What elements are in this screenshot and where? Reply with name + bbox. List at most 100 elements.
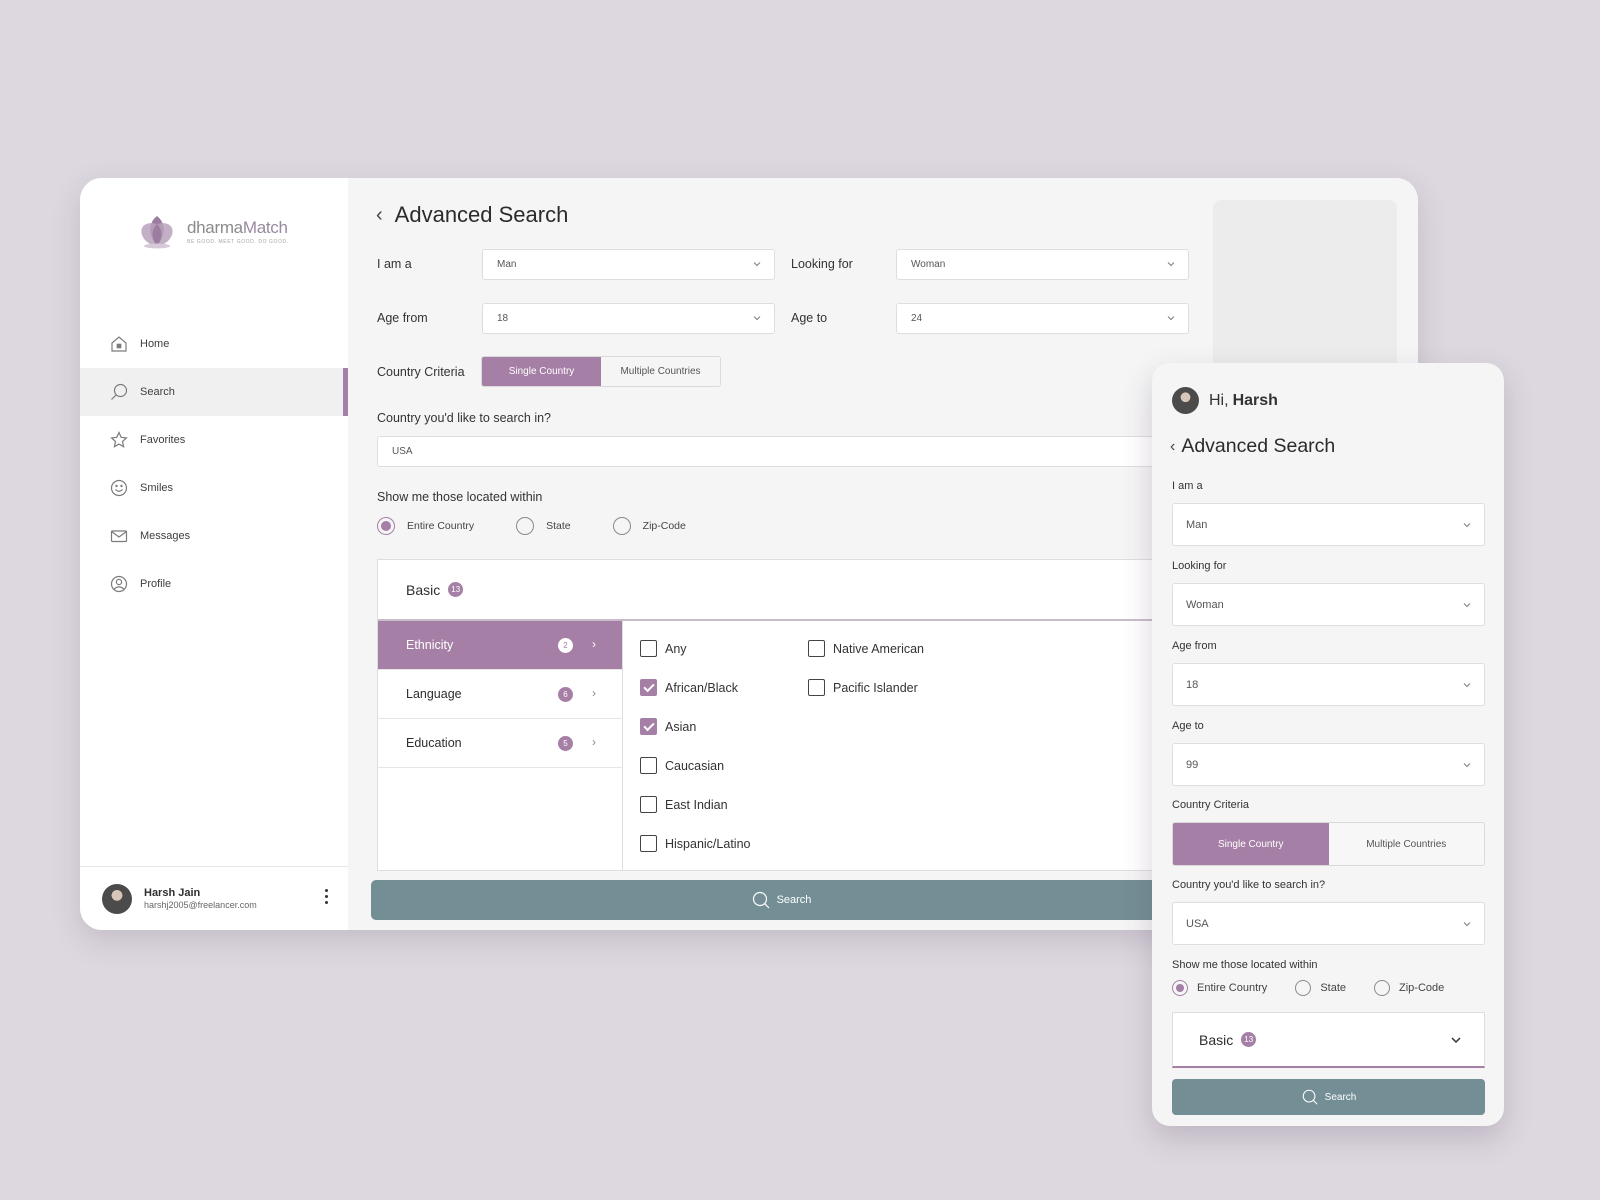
age-to-label: Age to	[1172, 720, 1204, 732]
single-country-tab[interactable]: Single Country	[1173, 823, 1329, 865]
category-count-badge: 6	[558, 687, 573, 702]
state-radio[interactable]	[1295, 980, 1312, 996]
option-african-black[interactable]: African/Black	[640, 679, 738, 696]
i-am-select[interactable]: Man	[482, 249, 775, 280]
logo-name-accent: Match	[242, 217, 288, 237]
ad-placeholder	[1213, 200, 1397, 390]
checkbox[interactable]	[640, 679, 657, 696]
category-count-badge: 2	[558, 638, 573, 653]
page-title: Advanced Search	[1181, 435, 1336, 457]
single-country-tab[interactable]: Single Country	[482, 357, 601, 386]
entire-country-radio[interactable]	[1172, 980, 1188, 996]
age-to-select[interactable]: 24	[896, 303, 1189, 334]
checkbox[interactable]	[808, 640, 825, 657]
basic-title: Basic	[406, 581, 441, 598]
back-chevron-icon[interactable]: ‹	[1170, 438, 1175, 456]
age-from-select[interactable]: 18	[482, 303, 775, 334]
age-to-select[interactable]: 99	[1172, 743, 1485, 786]
user-name: Harsh Jain	[144, 887, 201, 899]
sidebar-item-smiles[interactable]: Smiles	[80, 464, 348, 512]
country-question-label: Country you'd like to search in?	[1172, 879, 1326, 891]
sidebar-item-profile[interactable]: Profile	[80, 560, 348, 608]
country-criteria-toggle: Single Country Multiple Countries	[481, 356, 721, 387]
greeting-name: Harsh	[1232, 391, 1278, 409]
chevron-down-icon	[1463, 523, 1471, 528]
logo-name-light: dharma	[187, 217, 243, 237]
multiple-countries-tab[interactable]: Multiple Countries	[601, 357, 720, 386]
checkbox[interactable]	[640, 640, 657, 657]
checkbox[interactable]	[640, 757, 657, 774]
looking-for-select[interactable]: Woman	[896, 249, 1189, 280]
located-within-label: Show me those located within	[377, 490, 543, 504]
checkbox[interactable]	[808, 679, 825, 696]
checkbox[interactable]	[640, 796, 657, 813]
country-criteria-label: Country Criteria	[1172, 799, 1250, 811]
basic-title: Basic	[1199, 1031, 1234, 1048]
zip-code-radio[interactable]	[612, 517, 631, 535]
multiple-countries-tab[interactable]: Multiple Countries	[1328, 823, 1484, 865]
chevron-down-icon	[1463, 603, 1471, 608]
star-icon	[110, 431, 128, 449]
back-chevron-icon[interactable]: ‹	[376, 204, 383, 227]
chevron-down-icon	[1463, 763, 1471, 768]
basic-panel-header[interactable]: Basic 13	[378, 560, 1176, 621]
category-ethnicity[interactable]: Ethnicity 2 ›	[378, 621, 622, 670]
option-caucasian[interactable]: Caucasian	[640, 757, 724, 774]
chevron-right-icon: ›	[592, 735, 596, 749]
chevron-down-icon	[1167, 316, 1175, 321]
option-asian[interactable]: Asian	[640, 718, 696, 735]
country-input[interactable]: USA	[377, 436, 1177, 467]
sidebar-item-label: Home	[140, 338, 170, 350]
avatar[interactable]	[1172, 387, 1199, 414]
age-from-select[interactable]: 18	[1172, 663, 1485, 706]
country-question-label: Country you'd like to search in?	[377, 411, 552, 425]
sidebar-item-messages[interactable]: Messages	[80, 512, 348, 560]
i-am-select[interactable]: Man	[1172, 503, 1485, 546]
zip-code-label: Zip-Code	[642, 520, 686, 532]
option-east-indian[interactable]: East Indian	[640, 796, 728, 813]
location-radio-group: Entire Country State Zip-Code	[377, 517, 686, 535]
user-email: harshj2005@freelancer.com	[144, 900, 257, 910]
option-hispanic-latino[interactable]: Hispanic/Latino	[640, 835, 750, 852]
category-education[interactable]: Education 5 ›	[378, 719, 622, 768]
sidebar-item-label: Favorites	[140, 434, 186, 446]
checkbox[interactable]	[640, 718, 657, 735]
search-button[interactable]: Search	[1172, 1079, 1485, 1115]
search-icon	[1302, 1089, 1318, 1105]
chevron-right-icon: ›	[592, 637, 596, 651]
chevron-down-icon	[753, 262, 761, 267]
sidebar-item-search[interactable]: Search	[80, 368, 348, 416]
sidebar-item-label: Smiles	[140, 482, 174, 494]
sidebar-item-label: Search	[140, 386, 175, 398]
basic-count-badge: 13	[1241, 1032, 1257, 1047]
home-icon	[110, 335, 128, 353]
zip-code-label: Zip-Code	[1399, 982, 1445, 994]
basic-count-badge: 13	[448, 582, 464, 597]
greeting: Hi, Harsh	[1172, 387, 1278, 414]
category-language[interactable]: Language 6 ›	[378, 670, 622, 719]
state-label: State	[546, 520, 571, 532]
chevron-down-icon	[1451, 1037, 1461, 1044]
zip-code-radio[interactable]	[1374, 980, 1390, 996]
search-icon	[752, 891, 769, 909]
looking-for-label: Looking for	[1172, 560, 1227, 572]
country-select[interactable]: USA	[1172, 902, 1485, 945]
brand-logo[interactable]: dharmaMatch BE GOOD. MEET GOOD. DO GOOD.	[135, 212, 289, 250]
more-options-icon[interactable]	[325, 889, 328, 904]
user-profile-footer[interactable]: Harsh Jain harshj2005@freelancer.com	[80, 866, 348, 930]
i-am-label: I am a	[377, 257, 412, 271]
entire-country-radio[interactable]	[377, 517, 395, 535]
sidebar-item-favorites[interactable]: Favorites	[80, 416, 348, 464]
state-radio[interactable]	[516, 517, 535, 535]
sidebar-item-label: Messages	[140, 530, 191, 542]
chevron-down-icon	[753, 316, 761, 321]
search-button[interactable]: Search	[371, 880, 1191, 920]
option-pacific-islander[interactable]: Pacific Islander	[808, 679, 918, 696]
basic-filters-accordion[interactable]: Basic 13	[1172, 1012, 1485, 1068]
checkbox[interactable]	[640, 835, 657, 852]
sidebar-item-home[interactable]: Home	[80, 320, 348, 368]
option-any[interactable]: Any	[640, 640, 687, 657]
looking-for-select[interactable]: Woman	[1172, 583, 1485, 626]
option-native-american[interactable]: Native American	[808, 640, 924, 657]
sidebar-nav: Home Search Favorites Smiles Messages Pr…	[80, 320, 348, 608]
